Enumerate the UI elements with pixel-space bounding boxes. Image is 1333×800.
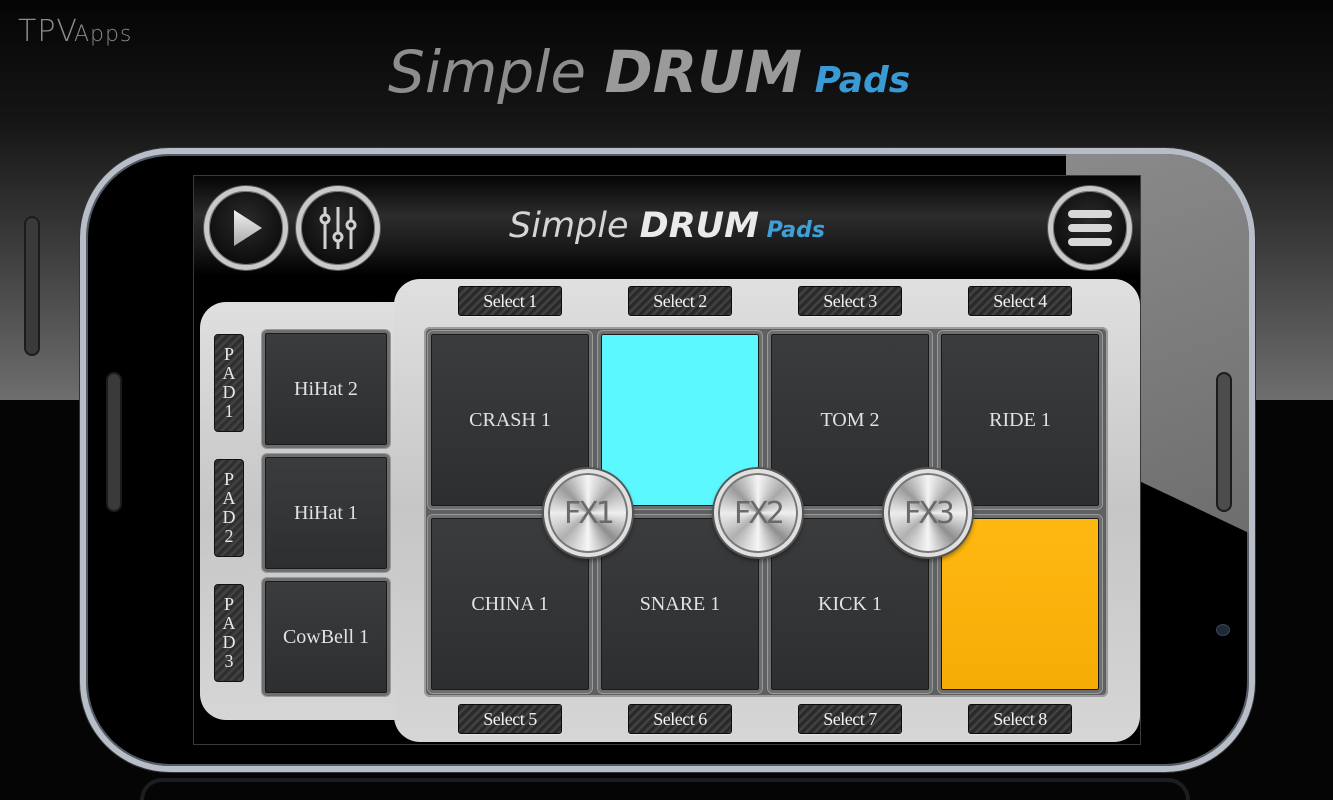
pad-tag-2[interactable]: P A D 2: [214, 459, 244, 557]
app-title: Simple DRUM Pads: [509, 206, 825, 246]
app-title-part3: Pads: [758, 218, 825, 243]
pad-active-amber[interactable]: [938, 515, 1102, 693]
brand-logo: TPVApps: [18, 14, 132, 49]
pad-tag-char: P: [223, 594, 234, 614]
hero-title-part2: DRUM: [604, 38, 803, 106]
fx1-button[interactable]: FX1: [544, 469, 632, 557]
main-pads-panel: Select 1 Select 2 Select 3 Select 4 CRAS…: [394, 279, 1140, 742]
hero-title: Simple DRUM Pads: [388, 38, 910, 106]
phone-speaker-left: [24, 216, 40, 356]
pad-tag-1[interactable]: P A D 1: [214, 334, 244, 432]
pad-tag-char: P: [223, 344, 234, 364]
pad-tag-char: A: [222, 363, 236, 383]
side-pad-cowbell-1[interactable]: CowBell 1: [262, 578, 390, 696]
fx2-button[interactable]: FX2: [714, 469, 802, 557]
brand-suffix: Apps: [73, 22, 133, 47]
pad-tag-char: D: [222, 382, 236, 402]
hero-title-part1: Simple: [388, 38, 605, 106]
select-button-1[interactable]: Select 1: [458, 286, 562, 316]
app-title-part1: Simple: [509, 206, 640, 246]
hamburger-menu-icon: [1068, 210, 1112, 246]
pad-tag-3[interactable]: P A D 3: [214, 584, 244, 682]
select-button-7[interactable]: Select 7: [798, 704, 902, 734]
hero-title-part3: Pads: [802, 60, 911, 101]
side-pad-hihat-1[interactable]: HiHat 1: [262, 454, 390, 572]
pad-tag-char: D: [222, 632, 236, 652]
brand-main: TPV: [18, 14, 78, 49]
app-topbar: Simple DRUM Pads: [194, 176, 1140, 276]
app-screen: Simple DRUM Pads P A D 1 P A D 2 P A D 3…: [193, 175, 1141, 745]
phone-speaker-left-slot: [106, 372, 122, 512]
pad-tag-char: 3: [224, 651, 234, 671]
select-button-6[interactable]: Select 6: [628, 704, 732, 734]
mixer-sliders-icon: [319, 207, 357, 249]
side-pad-hihat-2[interactable]: HiHat 2: [262, 330, 390, 448]
select-button-4[interactable]: Select 4: [968, 286, 1072, 316]
app-title-part2: DRUM: [639, 206, 759, 246]
pad-tag-char: A: [222, 488, 236, 508]
fx3-button[interactable]: FX3: [884, 469, 972, 557]
pad-tag-char: 1: [224, 401, 234, 421]
pad-ride-1[interactable]: RIDE 1: [938, 331, 1102, 509]
play-button[interactable]: [204, 186, 288, 270]
select-button-2[interactable]: Select 2: [628, 286, 732, 316]
pad-tag-char: D: [222, 507, 236, 527]
select-button-8[interactable]: Select 8: [968, 704, 1072, 734]
mixer-button[interactable]: [296, 186, 380, 270]
select-button-5[interactable]: Select 5: [458, 704, 562, 734]
pad-tag-char: 2: [224, 526, 234, 546]
pad-tag-char: A: [222, 613, 236, 633]
side-pads-panel: P A D 1 P A D 2 P A D 3 HiHat 2 HiHat 1 …: [200, 302, 410, 720]
phone-camera: [1216, 624, 1230, 636]
play-icon: [234, 210, 262, 246]
menu-button[interactable]: [1048, 186, 1132, 270]
select-button-3[interactable]: Select 3: [798, 286, 902, 316]
phone-reflection: [140, 778, 1190, 800]
pad-tag-char: P: [223, 469, 234, 489]
phone-speaker-right: [1216, 372, 1232, 512]
